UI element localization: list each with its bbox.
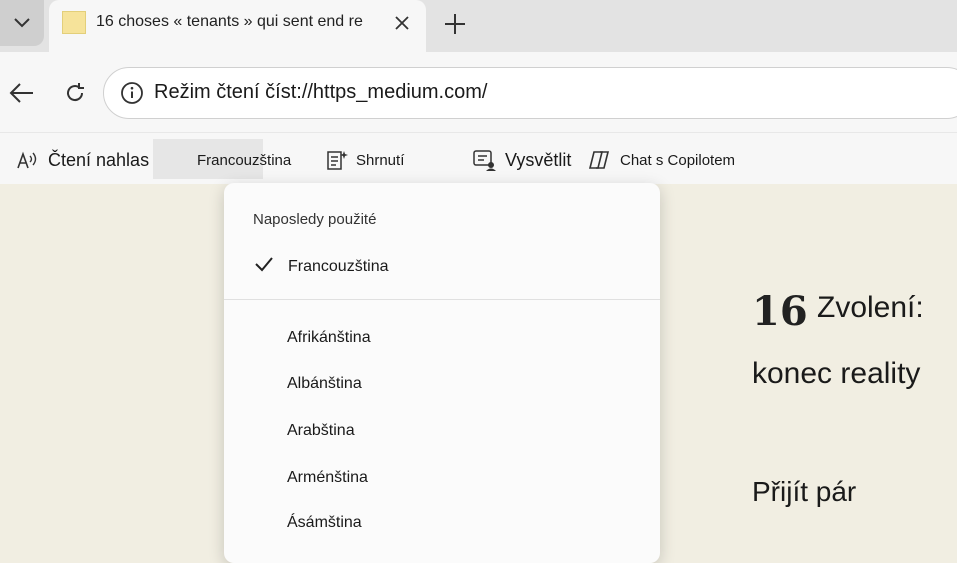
explain-label: Vysvětlit bbox=[505, 149, 572, 170]
new-tab-button[interactable] bbox=[440, 9, 470, 39]
article-paragraph: Přijít pár bbox=[752, 476, 857, 507]
article-title-number: 16 bbox=[752, 288, 808, 335]
article-title: Zvolení: bbox=[817, 291, 924, 324]
explain-button[interactable]: Vysvětlit bbox=[472, 145, 571, 175]
recent-header: Naposledy použité bbox=[253, 211, 377, 228]
plus-icon bbox=[445, 14, 465, 34]
summary-button[interactable]: Shrnutí bbox=[326, 145, 404, 175]
address-bar[interactable]: Režim čtení číst://https_medium.com/ bbox=[103, 67, 957, 119]
tab-favicon-icon bbox=[62, 11, 86, 34]
info-icon[interactable] bbox=[120, 81, 144, 105]
language-select-label[interactable]: Francouzština bbox=[197, 152, 291, 169]
language-option[interactable]: Ásámština bbox=[287, 514, 362, 532]
language-option[interactable]: Arménština bbox=[287, 469, 368, 487]
summary-icon bbox=[327, 151, 348, 170]
url-text[interactable]: Režim čtení číst://https_medium.com/ bbox=[154, 81, 487, 104]
chat-copilot-label: Chat s Copilotem bbox=[620, 151, 736, 169]
language-option-selected[interactable]: Francouzština bbox=[288, 258, 389, 276]
checkmark-icon bbox=[255, 257, 273, 272]
copilot-icon bbox=[588, 151, 610, 169]
chevron-down-icon bbox=[14, 18, 30, 28]
read-aloud-button[interactable]: Čtení nahlas ab bbox=[16, 145, 174, 175]
explain-icon bbox=[473, 150, 496, 171]
language-option[interactable]: Albánština bbox=[287, 375, 362, 393]
tab-strip: 16 choses « tenants » qui sent end re bbox=[0, 0, 957, 52]
chat-copilot-button[interactable]: Chat s Copilotem bbox=[588, 145, 735, 175]
article-title-line2: konec reality bbox=[752, 357, 921, 390]
divider bbox=[224, 299, 660, 300]
refresh-icon bbox=[67, 83, 84, 102]
language-option[interactable]: Arabština bbox=[287, 422, 355, 440]
close-icon[interactable] bbox=[390, 11, 414, 35]
toolbar: Režim čtení číst://https_medium.com/ bbox=[0, 52, 957, 132]
tab-list-button[interactable] bbox=[0, 0, 44, 46]
read-aloud-icon bbox=[17, 151, 37, 169]
language-option[interactable]: Afrikánština bbox=[287, 329, 371, 347]
summary-label: Shrnutí bbox=[356, 151, 405, 169]
back-button[interactable] bbox=[6, 78, 38, 108]
active-tab[interactable]: 16 choses « tenants » qui sent end re bbox=[49, 0, 426, 52]
tab-title: 16 choses « tenants » qui sent end re bbox=[96, 13, 363, 30]
arrow-left-icon bbox=[9, 83, 33, 103]
reader-toolbar: Čtení nahlas ab Francouzština Shrnutí Vy… bbox=[0, 132, 957, 184]
language-dropdown: Naposledy použité Francouzština Afrikánš… bbox=[224, 183, 660, 563]
refresh-button[interactable] bbox=[59, 78, 91, 108]
